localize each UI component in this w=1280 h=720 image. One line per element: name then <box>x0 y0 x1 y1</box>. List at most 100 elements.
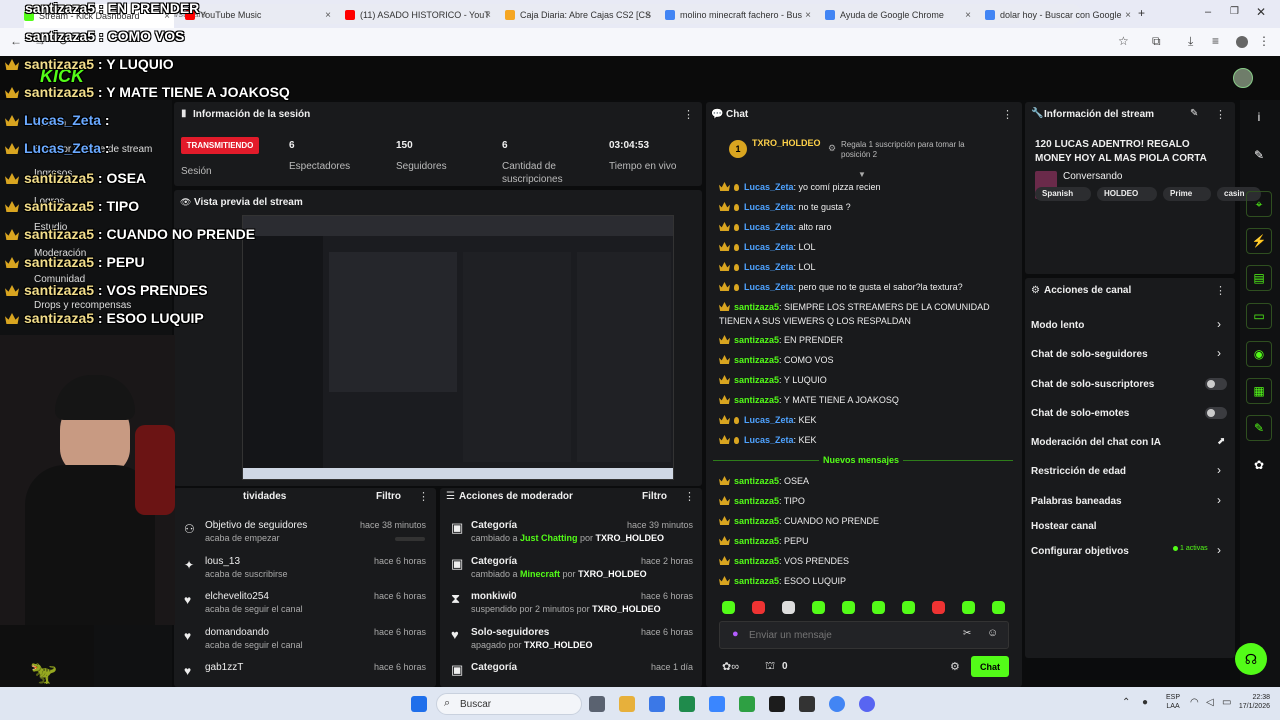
xbox-icon[interactable] <box>679 696 695 712</box>
channel-action-item[interactable]: Chat de solo-emotes <box>1031 408 1129 419</box>
channel-action-item[interactable]: Modo lento <box>1031 320 1084 331</box>
close-tab-icon[interactable]: × <box>805 10 811 21</box>
pinned-username[interactable]: TXRO_HOLDEO <box>752 138 821 148</box>
browser-tab[interactable]: dolar hoy - Buscar con Google × <box>985 4 1135 26</box>
wifi-icon[interactable]: ◠ <box>1190 697 1199 708</box>
close-tab-icon[interactable]: × <box>645 10 651 21</box>
channel-action-item[interactable]: Chat de solo-suscriptores <box>1031 379 1154 390</box>
obs-icon[interactable] <box>799 696 815 712</box>
info-icon[interactable]: i <box>1246 104 1272 130</box>
emote-icon[interactable] <box>842 601 855 614</box>
toggle-switch[interactable] <box>1205 378 1227 390</box>
steam-icon[interactable] <box>769 696 785 712</box>
file-explorer-icon[interactable] <box>649 696 665 712</box>
mic-tray-icon[interactable]: ● <box>1142 697 1148 708</box>
mod-menu-icon[interactable]: ⋮ <box>684 490 695 503</box>
edge-icon[interactable] <box>709 696 725 712</box>
chat-username[interactable]: santizaza5 <box>734 516 779 526</box>
channel-action-item[interactable]: Moderación del chat con IA <box>1031 437 1161 448</box>
store-icon[interactable] <box>739 696 755 712</box>
close-window-icon[interactable]: ✕ <box>1256 5 1266 19</box>
discord-icon[interactable] <box>859 696 875 712</box>
channel-action-item[interactable]: Configurar objetivos <box>1031 546 1129 557</box>
user-avatar[interactable] <box>1233 68 1253 88</box>
tool-icon[interactable]: ✎ <box>1246 415 1272 441</box>
chat-username[interactable]: santizaza5 <box>734 335 779 345</box>
chat-username[interactable]: santizaza5 <box>734 536 779 546</box>
chat-settings-icon[interactable]: ⚙ <box>950 660 960 673</box>
chat-username[interactable]: santizaza5 <box>734 476 779 486</box>
chat-username[interactable]: Lucas_Zeta <box>744 262 794 272</box>
chevron-right-icon[interactable]: › <box>1217 463 1221 477</box>
chat-username[interactable]: santizaza5 <box>734 355 779 365</box>
chat-username[interactable]: santizaza5 <box>734 302 779 312</box>
chevron-right-icon[interactable]: › <box>1217 317 1221 331</box>
stream-tag[interactable]: HOLDEO <box>1097 187 1157 201</box>
extensions-icon[interactable]: ⧉ <box>1152 34 1161 49</box>
volume-icon[interactable]: ◁ <box>1206 697 1214 708</box>
browser-tab[interactable]: Caja Diaria: Abre Cajas CS2 [CS × <box>505 4 655 26</box>
chat-username[interactable]: Lucas_Zeta <box>744 282 794 292</box>
chat-icon[interactable]: ▭ <box>1246 303 1272 329</box>
emote-picker-icon[interactable]: ✂ <box>963 628 971 639</box>
channel-action-item[interactable]: Restricción de edad <box>1031 466 1126 477</box>
windows-start-icon[interactable] <box>411 696 427 712</box>
close-tab-icon[interactable]: × <box>1125 10 1131 21</box>
bookmark-star-icon[interactable]: ☆ <box>1118 34 1129 48</box>
mic-icon[interactable]: ● <box>732 628 739 640</box>
task-view-icon[interactable] <box>589 696 605 712</box>
smile-icon[interactable]: ☺ <box>987 627 998 639</box>
points-icon[interactable]: ✿∞ <box>722 660 739 673</box>
external-link-icon[interactable]: ⬈ <box>1217 436 1225 447</box>
focus-icon[interactable]: ⌖ <box>1246 191 1272 217</box>
chat-username[interactable]: santizaza5 <box>734 395 779 405</box>
emote-icon[interactable] <box>812 601 825 614</box>
broadcast-icon[interactable]: ◉ <box>1246 341 1272 367</box>
lang-indicator[interactable]: ESP LAA <box>1166 693 1180 711</box>
browser-tab[interactable]: Ayuda de Google Chrome × <box>825 4 975 26</box>
chat-username[interactable]: Lucas_Zeta <box>744 222 794 232</box>
close-tab-icon[interactable]: × <box>965 10 971 21</box>
chrome-icon[interactable] <box>829 696 845 712</box>
chevron-right-icon[interactable]: › <box>1217 346 1221 360</box>
chat-username[interactable]: Lucas_Zeta <box>744 435 794 445</box>
stream-info-menu-icon[interactable]: ⋮ <box>1215 108 1226 121</box>
edit-icon[interactable]: ✎ <box>1246 142 1272 168</box>
stream-tag[interactable]: Spanish <box>1035 187 1091 201</box>
chat-input[interactable] <box>749 627 939 643</box>
emote-icon[interactable] <box>782 601 795 614</box>
browser-tab[interactable]: molino minecraft fachero - Bus × <box>665 4 815 26</box>
emote-icon[interactable] <box>902 601 915 614</box>
browser-kebab-icon[interactable]: ⋮ <box>1258 34 1270 48</box>
close-tab-icon[interactable]: × <box>325 10 331 21</box>
clock[interactable]: 22:38 17/1/2026 <box>1234 693 1270 711</box>
channel-action-item[interactable]: Hostear canal <box>1031 521 1097 532</box>
send-chat-button[interactable]: Chat <box>971 656 1009 677</box>
channel-action-item[interactable]: Chat de solo-seguidores <box>1031 349 1148 360</box>
tray-chevron-icon[interactable]: ⌃ <box>1122 697 1130 708</box>
grid-icon[interactable]: ▦ <box>1246 378 1272 404</box>
chat-username[interactable]: Lucas_Zeta <box>744 242 794 252</box>
lightning-icon[interactable]: ⚡ <box>1246 228 1272 254</box>
channel-actions-menu-icon[interactable]: ⋮ <box>1215 284 1226 297</box>
browser-tab[interactable]: (11) ASADO HISTORICO - YouT × <box>345 4 495 26</box>
emote-icon[interactable] <box>962 601 975 614</box>
session-menu-icon[interactable]: ⋮ <box>683 108 694 121</box>
battery-icon[interactable]: ▭ <box>1222 697 1231 708</box>
chat-username[interactable]: santizaza5 <box>734 375 779 385</box>
chat-menu-icon[interactable]: ⋮ <box>1002 108 1013 121</box>
chat-username[interactable]: santizaza5 <box>734 496 779 506</box>
profile-avatar[interactable] <box>1236 36 1248 48</box>
minimize-icon[interactable]: – <box>1205 6 1211 18</box>
stream-preview-video[interactable] <box>242 215 674 480</box>
chat-username[interactable]: Lucas_Zeta <box>744 182 794 192</box>
emote-icon[interactable] <box>752 601 765 614</box>
chat-username[interactable]: Lucas_Zeta <box>744 202 794 212</box>
chat-username[interactable]: santizaza5 <box>734 556 779 566</box>
edit-icon[interactable]: ✎ <box>1190 108 1198 119</box>
channel-action-item[interactable]: Palabras baneadas <box>1031 496 1122 507</box>
chat-username[interactable]: Lucas_Zeta <box>744 415 794 425</box>
toggle-switch[interactable] <box>1205 407 1227 419</box>
chevron-right-icon[interactable]: › <box>1217 493 1221 507</box>
category-name[interactable]: Conversando <box>1063 171 1122 182</box>
